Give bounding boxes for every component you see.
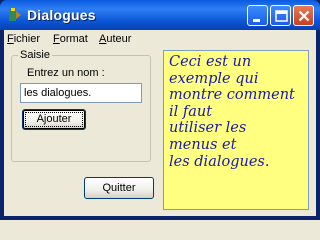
menu-fichier[interactable]: Fichier (7, 33, 40, 45)
memo-line: Ceci est un (169, 54, 252, 70)
add-button[interactable]: Ajouter (22, 109, 86, 130)
app-icon (6, 7, 22, 23)
minimize-icon (253, 19, 260, 22)
memo-line: exemple qui (169, 70, 259, 87)
maximize-icon (275, 10, 288, 22)
close-icon (298, 10, 310, 22)
menu-auteur[interactable]: Auteur (99, 33, 131, 45)
application-window: Dialogues Fichier Format Auteur Saisie E… (0, 0, 320, 220)
maximize-button[interactable] (270, 5, 291, 26)
memo-text-area[interactable]: Ceci est un exemple qui montre comment i… (163, 50, 309, 210)
title-bar[interactable]: Dialogues (0, 0, 320, 30)
quit-button[interactable]: Quitter (84, 177, 154, 199)
minimize-button[interactable] (247, 5, 268, 26)
memo-line: montre comment (169, 87, 295, 104)
client-area: Fichier Format Auteur Saisie Entrez un n… (4, 30, 316, 216)
close-button[interactable] (293, 5, 314, 26)
window-title: Dialogues (27, 7, 96, 23)
groupbox-title: Saisie (18, 49, 52, 61)
name-input[interactable]: les dialogues. (20, 83, 142, 103)
memo-line: les dialogues. (169, 153, 270, 170)
menu-bar: Fichier Format Auteur (4, 30, 316, 48)
memo-line: utiliser les (169, 120, 247, 137)
memo-line: il faut (169, 103, 213, 120)
memo-line: menus et (169, 136, 237, 153)
menu-format[interactable]: Format (53, 33, 88, 45)
name-prompt-label: Entrez un nom : (27, 67, 105, 79)
saisie-groupbox: Saisie Entrez un nom : les dialogues. Aj… (11, 49, 151, 162)
